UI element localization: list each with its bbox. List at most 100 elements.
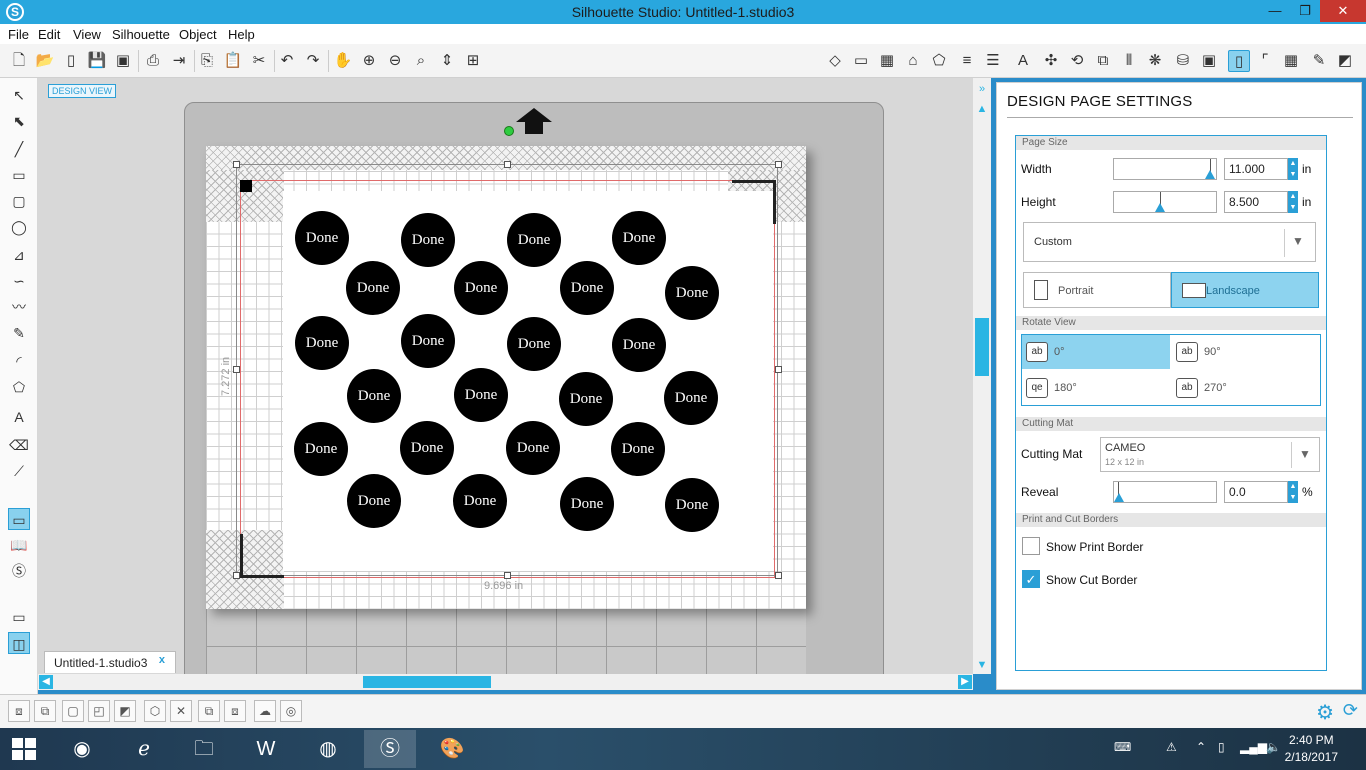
fit-page-icon[interactable]: ⊞ [462, 50, 484, 72]
redo-icon[interactable]: ↷ [302, 50, 324, 72]
align-icon[interactable]: ⫴ [1118, 50, 1140, 72]
done-circle[interactable]: Done [507, 213, 561, 267]
start-button-icon[interactable] [12, 738, 36, 760]
bring-forward-icon[interactable]: ⧉ [198, 700, 220, 722]
grid-settings-icon[interactable]: ▦ [1280, 50, 1302, 72]
internet-explorer-icon[interactable]: ℯ [118, 730, 170, 768]
done-circle[interactable]: Done [295, 211, 349, 265]
done-circle[interactable]: Done [454, 261, 508, 315]
gear-icon[interactable]: ⚙ [1316, 700, 1334, 725]
text-tool-icon[interactable]: A [8, 406, 30, 428]
send-to-silhouette-icon[interactable]: ◩ [1334, 50, 1356, 72]
rectangle-tool-icon[interactable]: ▭ [8, 164, 30, 186]
vertical-scroll-thumb[interactable] [975, 318, 989, 376]
scroll-up-icon[interactable]: ▲ [975, 102, 989, 116]
network-icon[interactable]: ▂▄▆ [1240, 740, 1267, 754]
done-circle[interactable]: Done [559, 372, 613, 426]
done-circle[interactable]: Done [560, 261, 614, 315]
line-tool-icon[interactable]: ╱ [8, 138, 30, 160]
page-settings-icon[interactable]: ▯ [1228, 50, 1250, 72]
design-canvas[interactable]: DESIGN VIEW 7.272 in 9.696 in Done Done Do… [38, 78, 973, 674]
freehand-tool-icon[interactable]: 〰 [8, 296, 30, 318]
slider-thumb-icon[interactable] [1114, 493, 1124, 502]
rotate-90-button[interactable]: ab 90° [1172, 335, 1320, 369]
zoom-select-icon[interactable]: ⌕ [410, 50, 432, 72]
notification-alert-icon[interactable]: ⚠ [1166, 740, 1177, 754]
paste-icon[interactable]: 📋 [222, 50, 244, 72]
done-circle[interactable]: Done [665, 266, 719, 320]
height-input[interactable]: 8.500 [1224, 191, 1288, 213]
split-panel-icon[interactable]: ◫ [8, 632, 30, 654]
file-explorer-icon[interactable]: 🗀 [178, 730, 230, 768]
new-icon[interactable]: 🗋 [8, 50, 30, 72]
rotation-handle[interactable] [504, 126, 514, 136]
reveal-stepper[interactable]: ▲ ▼ [1288, 481, 1298, 503]
device-icon[interactable]: ▯ [1218, 740, 1225, 754]
menu-object[interactable]: Object [179, 25, 217, 42]
cut-settings-icon[interactable]: ✎ [1308, 50, 1330, 72]
curve-tool-icon[interactable]: ∽ [8, 270, 30, 292]
open-icon[interactable]: 📂 [34, 50, 56, 72]
rotate-0-button[interactable]: ab 0° [1022, 335, 1170, 369]
registration-marks-icon[interactable]: ⌜ [1254, 50, 1276, 72]
done-circle[interactable]: Done [295, 316, 349, 370]
rotate-270-button[interactable]: ab 270° [1172, 371, 1320, 405]
resize-handle[interactable] [504, 161, 511, 168]
rounded-rectangle-tool-icon[interactable]: ▢ [8, 190, 30, 212]
knife-tool-icon[interactable]: ⟋ [8, 460, 30, 482]
trace-icon[interactable]: ▣ [1198, 50, 1220, 72]
menu-file[interactable]: File [8, 25, 29, 42]
keyboard-icon[interactable]: ⌨ [1114, 740, 1131, 754]
send-backward-icon[interactable]: ⧈ [224, 700, 246, 722]
width-slider[interactable] [1113, 158, 1217, 180]
line-dash-icon[interactable]: ☰ [982, 50, 1004, 72]
done-circle[interactable]: Done [401, 314, 455, 368]
zoom-out-icon[interactable]: ⊖ [384, 50, 406, 72]
text-style-icon[interactable]: A [1012, 50, 1034, 72]
arc-tool-icon[interactable]: ◜ [8, 350, 30, 372]
done-circle[interactable]: Done [560, 477, 614, 531]
system-clock[interactable]: 2:40 PM 2/18/2017 [1285, 732, 1338, 766]
trace-icon[interactable]: ☁ [254, 700, 276, 722]
tray-expand-icon[interactable]: ⌃ [1196, 740, 1206, 754]
done-circle[interactable]: Done [347, 369, 401, 423]
show-cut-border-checkbox[interactable]: ✓ [1022, 570, 1040, 588]
done-circle[interactable]: Done [294, 422, 348, 476]
slider-thumb-icon[interactable] [1155, 203, 1165, 212]
drag-zoom-icon[interactable]: ⇕ [436, 50, 458, 72]
scroll-left-icon[interactable]: ◀ [39, 675, 53, 689]
silhouette-studio-taskbar-icon[interactable]: Ⓢ [364, 730, 416, 768]
resize-handle[interactable] [233, 366, 240, 373]
cut-icon[interactable]: ✂ [248, 50, 270, 72]
rotate-icon[interactable]: ⟲ [1066, 50, 1088, 72]
done-circle[interactable]: Done [454, 368, 508, 422]
polygon-tool-icon[interactable]: ⊿ [8, 244, 30, 266]
restore-button[interactable]: ❐ [1290, 0, 1320, 22]
scroll-right-icon[interactable]: ▶ [958, 675, 972, 689]
done-circle[interactable]: Done [507, 317, 561, 371]
scale-icon[interactable]: ⧉ [1092, 50, 1114, 72]
done-circle[interactable]: Done [611, 422, 665, 476]
rotate-180-button[interactable]: qe 180° [1022, 371, 1170, 405]
page-size-dropdown[interactable]: Custom ▼ [1023, 222, 1316, 262]
design-page[interactable]: 7.272 in 9.696 in Done Done Done Done Done Do… [206, 146, 806, 609]
ungroup-icon[interactable]: ⧉ [34, 700, 56, 722]
regular-polygon-tool-icon[interactable]: ⬠ [8, 376, 30, 398]
menu-view[interactable]: View [73, 25, 101, 42]
minimize-button[interactable]: — [1260, 0, 1290, 22]
fill-gradient-icon[interactable]: ▭ [850, 50, 872, 72]
group-icon[interactable]: ⧈ [8, 700, 30, 722]
save-library-icon[interactable]: ▣ [112, 50, 134, 72]
library-icon[interactable]: ▯ [60, 50, 82, 72]
reveal-slider[interactable] [1113, 481, 1217, 503]
landscape-button[interactable]: Landscape [1171, 272, 1319, 308]
done-circle[interactable]: Done [506, 421, 560, 475]
reveal-input[interactable]: 0.0 [1224, 481, 1288, 503]
pan-icon[interactable]: ✋ [332, 50, 354, 72]
done-circle[interactable]: Done [612, 318, 666, 372]
word-icon[interactable]: W [240, 730, 292, 768]
resize-handle[interactable] [775, 161, 782, 168]
menu-edit[interactable]: Edit [38, 25, 60, 42]
fill-color-icon[interactable]: ◇ [824, 50, 846, 72]
vertical-scrollbar[interactable]: » ▲ ▼ [973, 78, 991, 674]
